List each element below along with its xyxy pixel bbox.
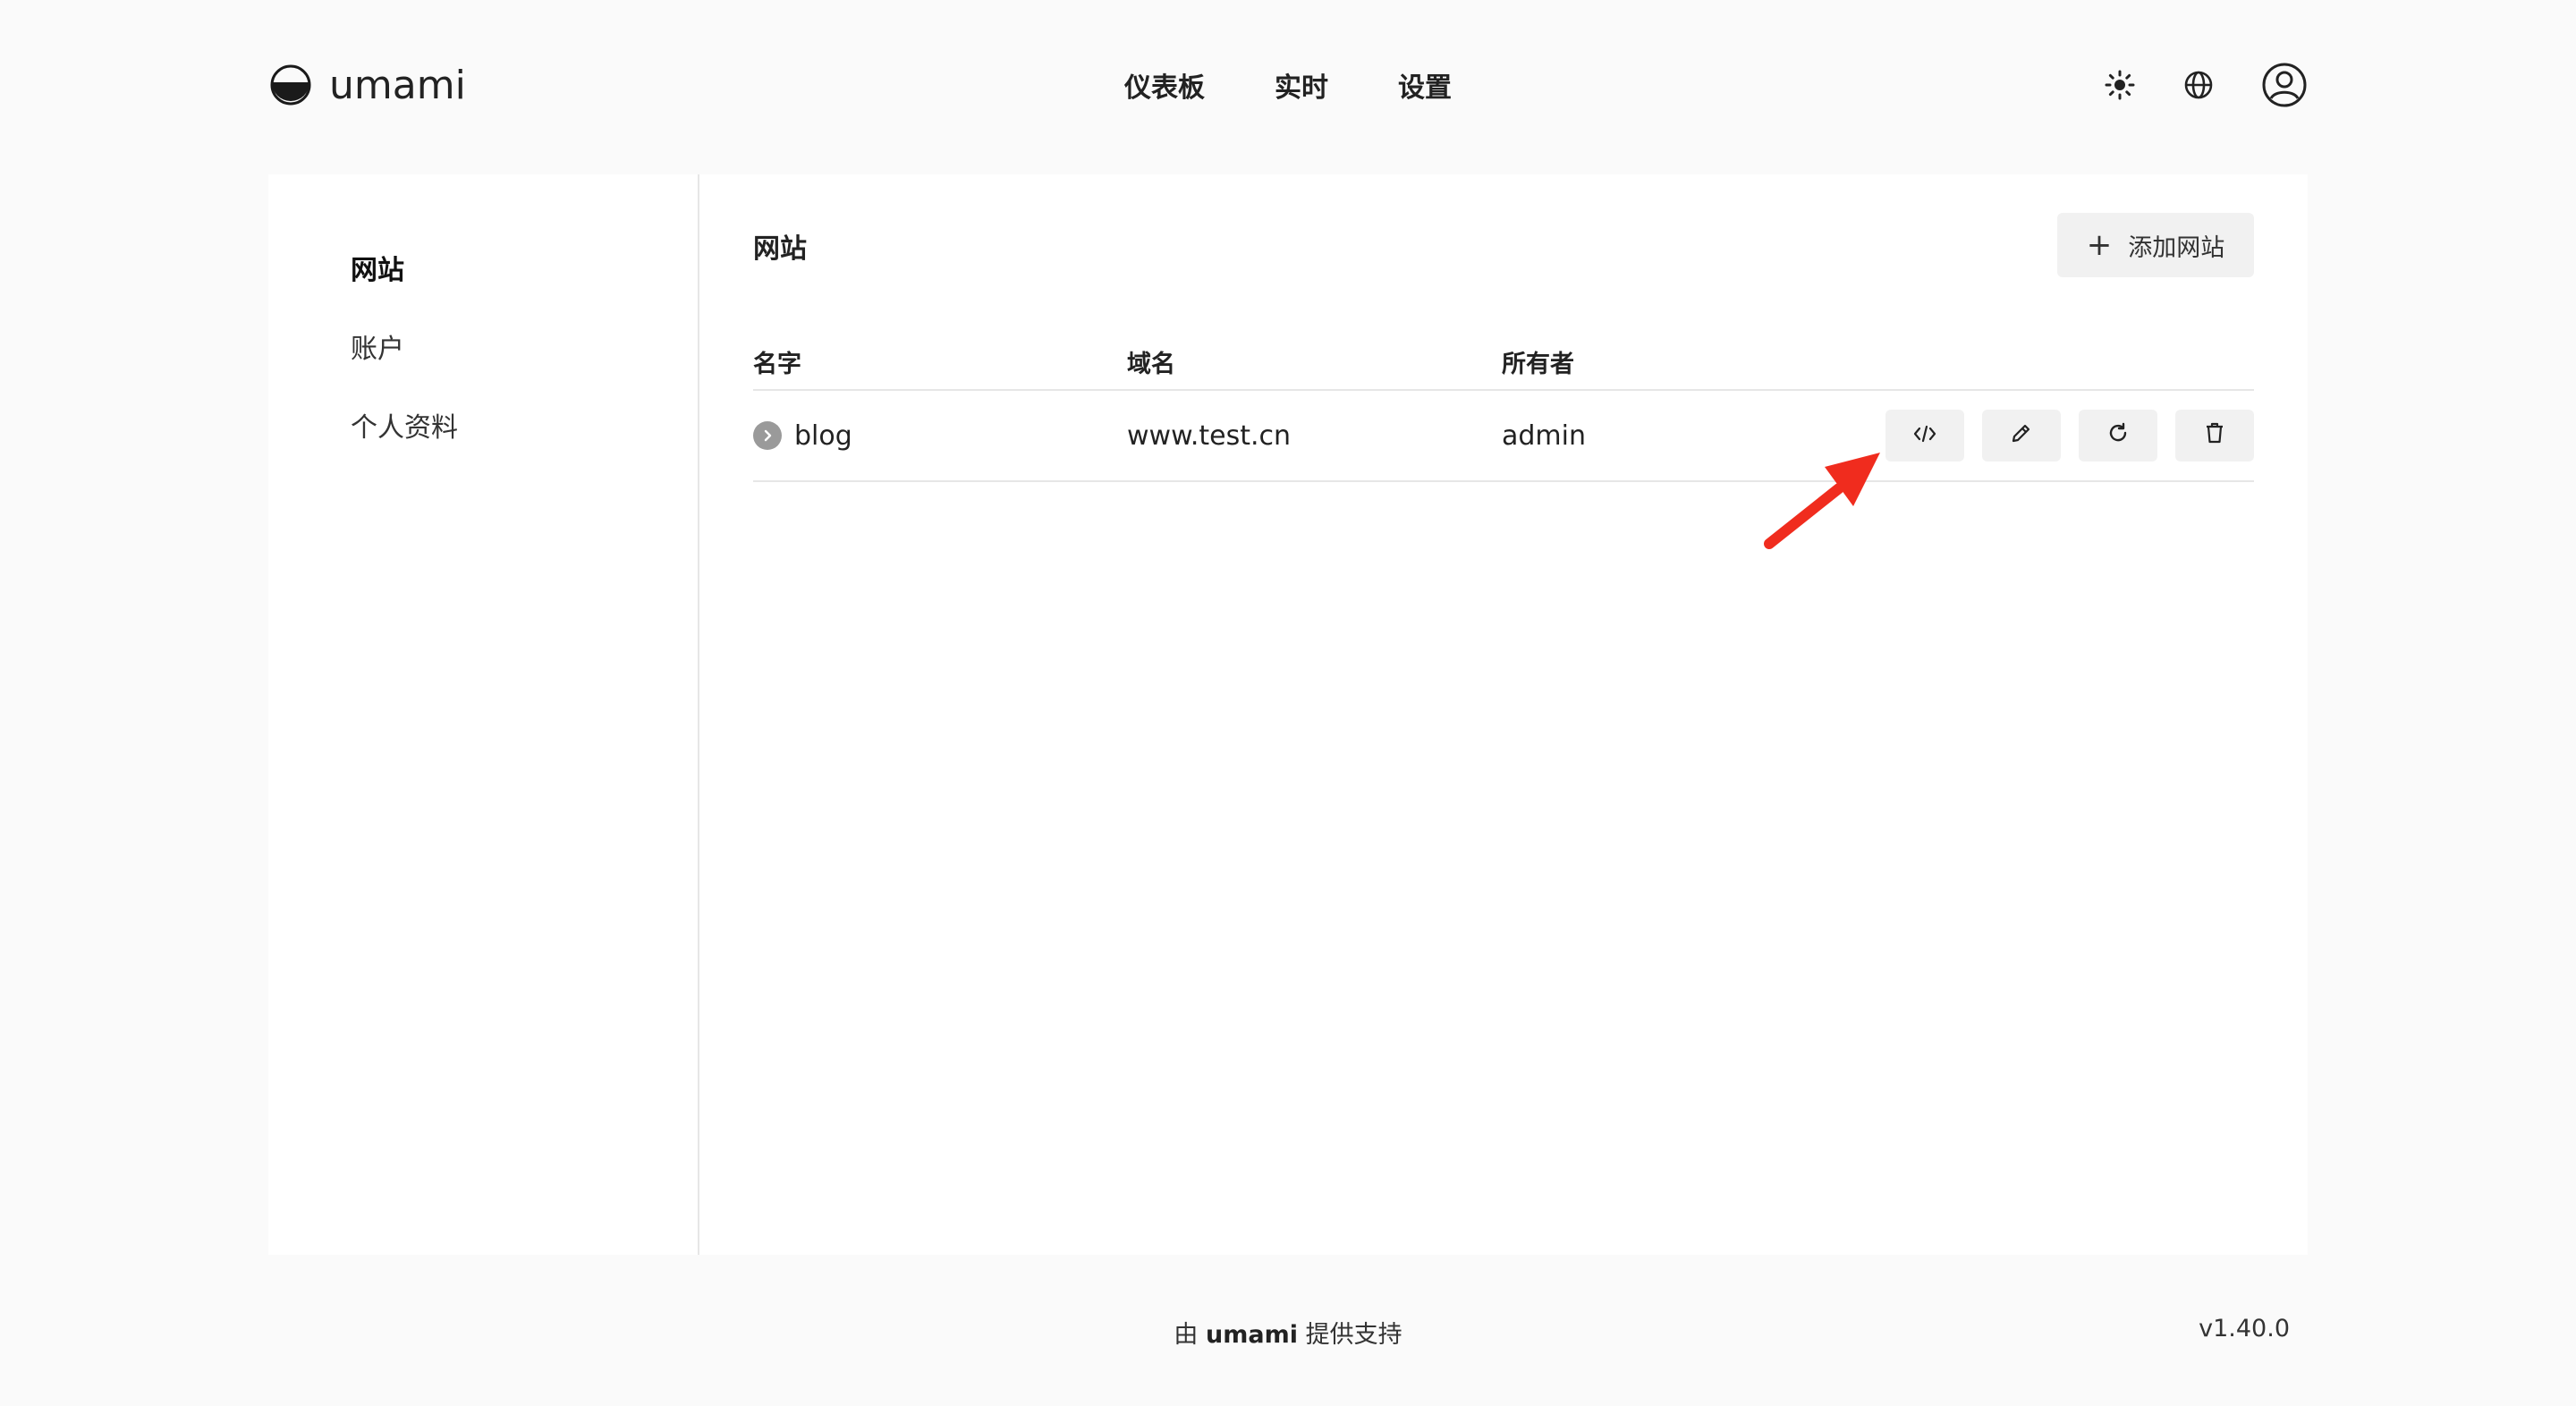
sun-icon[interactable] xyxy=(2104,69,2136,101)
sidebar-item-accounts[interactable]: 账户 xyxy=(351,326,404,366)
globe-icon[interactable] xyxy=(2182,69,2215,101)
user-circle-icon[interactable] xyxy=(2261,62,2308,108)
footer-suffix: 提供支持 xyxy=(1305,1321,1402,1349)
sidebar-item-profile[interactable]: 个人资料 xyxy=(351,405,458,445)
annotation-arrow-icon xyxy=(1764,453,1880,549)
footer-prefix: 由 xyxy=(1174,1321,1199,1349)
nav-settings[interactable]: 设置 xyxy=(1398,65,1452,105)
sidebar-item-websites[interactable]: 网站 xyxy=(351,248,404,287)
version-label[interactable]: v1.40.0 xyxy=(2199,1315,2290,1342)
cell-domain: www.test.cn xyxy=(1127,419,1292,452)
nav-dashboard[interactable]: 仪表板 xyxy=(1124,65,1205,105)
table-row: blog www.test.cn admin xyxy=(753,391,2254,482)
footer-powered-by: 由 umami 提供支持 xyxy=(0,1315,2576,1350)
cell-name: blog xyxy=(753,420,1127,452)
settings-sidebar: 网站 账户 个人资料 xyxy=(268,174,699,1255)
column-domain: 域名 xyxy=(1127,350,1175,378)
main-nav: 仪表板 实时 设置 xyxy=(1124,65,1452,105)
websites-panel: 网站 + 添加网站 名字 域名 所有者 blog www.test.cn adm… xyxy=(699,174,2308,1255)
code-icon xyxy=(1912,420,1937,452)
website-name[interactable]: blog xyxy=(794,420,852,452)
plus-icon: + xyxy=(2086,227,2113,263)
footer-brand-link[interactable]: umami xyxy=(1206,1321,1298,1349)
add-website-label: 添加网站 xyxy=(2128,233,2225,262)
trash-icon xyxy=(2204,420,2225,452)
delete-button[interactable] xyxy=(2175,410,2254,462)
header-actions xyxy=(2104,62,2308,108)
chevron-right-icon[interactable] xyxy=(753,421,782,450)
umami-logo-icon xyxy=(268,63,313,107)
brand-name: umami xyxy=(329,62,466,108)
settings-card: 网站 账户 个人资料 网站 + 添加网站 名字 域名 所有者 blog www.… xyxy=(268,174,2308,1255)
brand[interactable]: umami xyxy=(268,63,466,108)
refresh-icon xyxy=(2106,420,2130,452)
nav-realtime[interactable]: 实时 xyxy=(1275,65,1328,105)
get-code-button[interactable] xyxy=(1885,410,1964,462)
add-website-button[interactable]: + 添加网站 xyxy=(2057,213,2254,277)
reset-button[interactable] xyxy=(2079,410,2157,462)
websites-table: 名字 域名 所有者 blog www.test.cn admin xyxy=(753,334,2254,482)
column-owner: 所有者 xyxy=(1502,350,1574,378)
page-title: 网站 xyxy=(753,233,807,265)
cell-owner: admin xyxy=(1502,419,1586,452)
table-header: 名字 域名 所有者 xyxy=(753,334,2254,391)
top-header: umami 仪表板 实时 设置 xyxy=(268,45,2308,125)
row-actions xyxy=(1885,410,2254,462)
edit-button[interactable] xyxy=(1982,410,2061,462)
pencil-icon xyxy=(2010,420,2033,452)
column-name: 名字 xyxy=(753,350,801,378)
